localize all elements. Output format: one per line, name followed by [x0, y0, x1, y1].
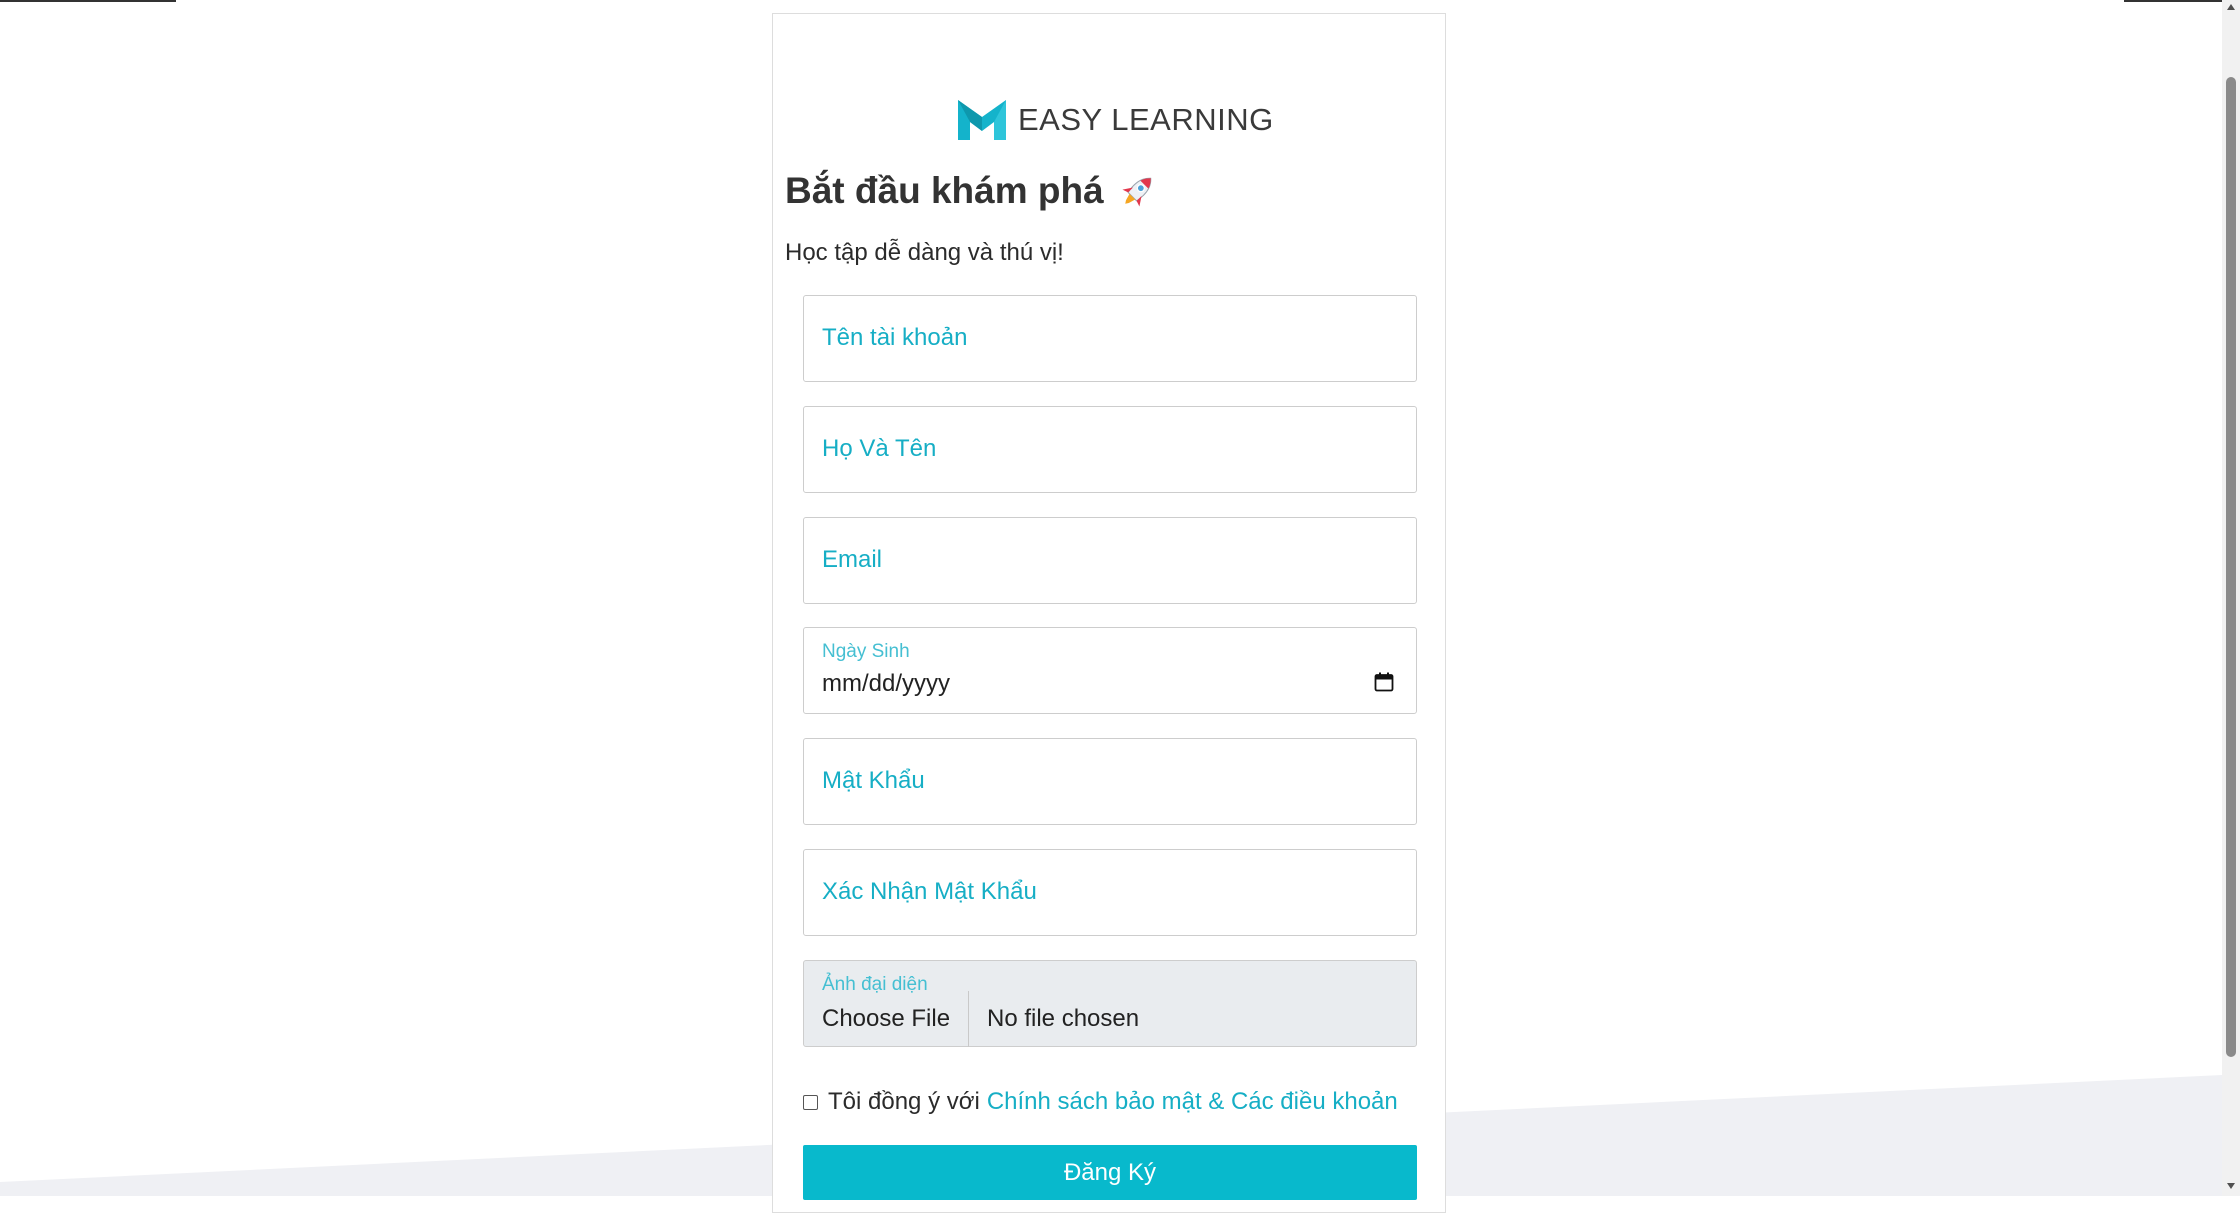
- fullname-input[interactable]: Họ Và Tên: [803, 406, 1417, 493]
- terms-checkbox[interactable]: [803, 1094, 818, 1110]
- scroll-down-arrow-icon[interactable]: [2227, 1183, 2235, 1189]
- registration-card: EASY LEARNING Bắt đầu khám phá Học tập d…: [772, 13, 1446, 1213]
- password-placeholder: Mật Khẩu: [822, 767, 925, 794]
- scroll-up-arrow-icon[interactable]: [2227, 4, 2235, 10]
- email-input[interactable]: Email: [803, 517, 1417, 604]
- birthday-label: Ngày Sinh: [822, 641, 910, 662]
- page-title: Bắt đầu khám phá: [785, 170, 1158, 212]
- birthday-date-input[interactable]: Ngày Sinh mm/dd/yyyy: [803, 627, 1417, 714]
- email-placeholder: Email: [822, 546, 883, 573]
- confirm-password-input[interactable]: Xác Nhận Mật Khẩu: [803, 849, 1417, 936]
- brand-name: EASY LEARNING: [1018, 102, 1274, 137]
- rocket-icon: [1122, 177, 1151, 207]
- page-title-text: Bắt đầu khám phá: [785, 170, 1104, 211]
- terms-agreement: Tôi đồng ý với Chính sách bảo mật & Các …: [803, 1088, 1398, 1116]
- register-button[interactable]: Đăng Ký: [803, 1145, 1417, 1200]
- top-edge-line: [2124, 0, 2222, 2]
- choose-file-button[interactable]: Choose File: [804, 991, 969, 1047]
- confirm-password-placeholder: Xác Nhận Mật Khẩu: [822, 878, 1037, 905]
- username-placeholder: Tên tài khoản: [822, 324, 968, 351]
- m-logo-icon: [958, 100, 1006, 140]
- terms-text: Tôi đồng ý với: [828, 1088, 980, 1115]
- avatar-file-input[interactable]: Ảnh đại diện Choose File No file chosen: [803, 960, 1417, 1047]
- top-edge-line: [0, 0, 176, 2]
- vertical-scrollbar[interactable]: [2222, 0, 2240, 1196]
- brand-logo[interactable]: EASY LEARNING: [958, 100, 1274, 140]
- file-status-text: No file chosen: [987, 1005, 1140, 1032]
- password-input[interactable]: Mật Khẩu: [803, 738, 1417, 825]
- page-subtitle: Học tập dễ dàng và thú vị!: [785, 239, 1064, 266]
- terms-link[interactable]: Chính sách bảo mật & Các điều khoản: [987, 1088, 1398, 1116]
- fullname-placeholder: Họ Và Tên: [822, 435, 937, 462]
- username-input[interactable]: Tên tài khoản: [803, 295, 1417, 382]
- scroll-thumb[interactable]: [2226, 77, 2236, 1057]
- calendar-icon[interactable]: [1374, 672, 1394, 692]
- birthday-value: mm/dd/yyyy: [822, 670, 951, 697]
